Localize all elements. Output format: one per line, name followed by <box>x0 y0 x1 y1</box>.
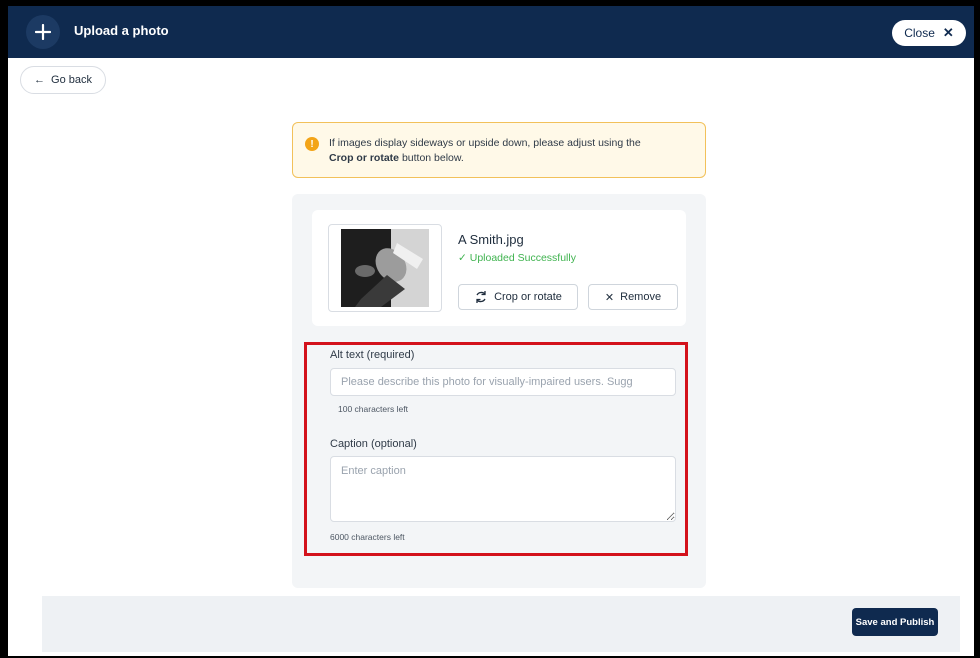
header-bar: Upload a photo Close ✕ <box>8 6 974 58</box>
file-card: A Smith.jpg ✓ Uploaded Successfully Crop… <box>312 210 686 326</box>
footer-bar: Save and Publish <box>42 596 960 652</box>
file-name: A Smith.jpg <box>458 232 524 247</box>
crop-label: Crop or rotate <box>494 291 562 303</box>
warning-icon: ! <box>305 137 319 151</box>
notice-text: If images display sideways or upside dow… <box>329 136 699 166</box>
go-back-label: Go back <box>51 74 92 86</box>
notice-bold-text: Crop or rotate <box>329 152 400 164</box>
notice-text-end: button below. <box>401 152 464 164</box>
close-label: Close <box>904 26 935 40</box>
alt-text-label: Alt text (required) <box>330 349 415 361</box>
upload-status-text: Uploaded Successfully <box>469 252 576 264</box>
close-icon: ✕ <box>942 25 954 40</box>
save-and-publish-button[interactable]: Save and Publish <box>852 608 938 636</box>
notice-text-start: If images display sideways or upside dow… <box>329 137 641 149</box>
remove-button[interactable]: ✕ Remove <box>588 284 678 310</box>
upload-photo-window: Upload a photo Close ✕ ← Go back ! If im… <box>8 6 974 656</box>
orientation-notice: ! If images display sideways or upside d… <box>292 122 706 178</box>
plus-icon <box>35 24 51 40</box>
photo-thumbnail <box>341 229 429 307</box>
caption-textarea[interactable] <box>330 456 676 522</box>
add-button[interactable] <box>26 15 60 49</box>
alt-text-input[interactable] <box>330 368 676 396</box>
alt-text-counter: 100 characters left <box>338 404 408 414</box>
arrow-left-icon: ← <box>34 74 46 86</box>
photo-thumbnail-frame <box>328 224 442 312</box>
check-icon: ✓ <box>458 252 467 264</box>
rotate-icon <box>476 291 486 303</box>
remove-label: Remove <box>620 291 662 303</box>
x-icon: ✕ <box>604 291 615 304</box>
go-back-button[interactable]: ← Go back <box>20 66 106 94</box>
close-button[interactable]: Close ✕ <box>892 20 966 46</box>
crop-or-rotate-button[interactable]: Crop or rotate <box>458 284 578 310</box>
caption-label: Caption (optional) <box>330 438 417 450</box>
caption-counter: 6000 characters left <box>330 532 405 542</box>
upload-status: ✓ Uploaded Successfully <box>458 252 576 264</box>
page-title: Upload a photo <box>74 23 169 38</box>
